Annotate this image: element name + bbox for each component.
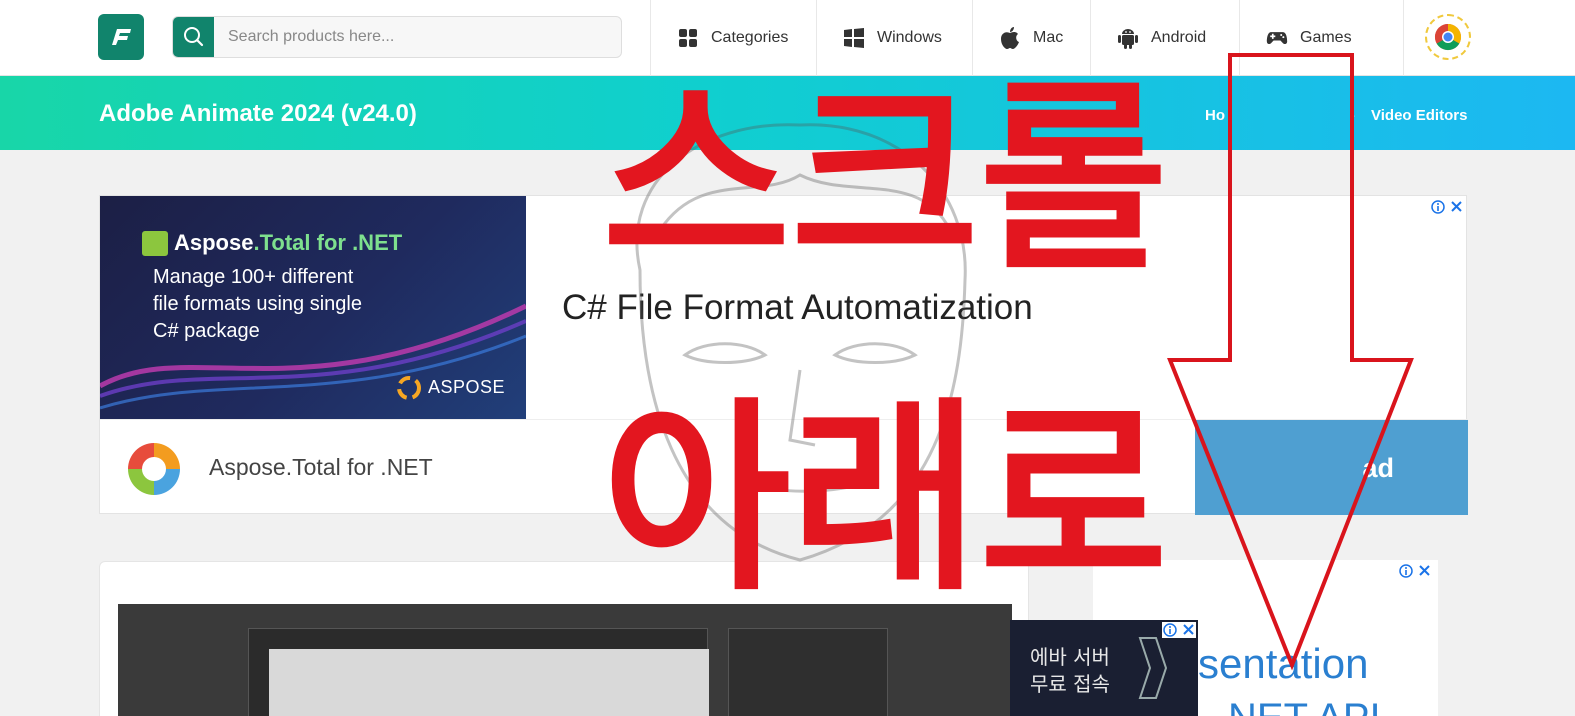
nav-games[interactable]: Games [1239, 0, 1404, 76]
ad-product-name: Aspose.Total for .NET [209, 454, 433, 480]
nav-android[interactable]: Android [1090, 0, 1239, 76]
breadcrumb-home[interactable]: Ho [1205, 107, 1225, 124]
breadcrumb-separator-icon: › [1350, 107, 1355, 124]
screenshot-properties-panel [728, 628, 888, 716]
top-navbar: Categories Windows Mac Android Games [0, 0, 1575, 76]
search-input[interactable] [228, 17, 608, 57]
page-title: Adobe Animate 2024 (v24.0) [99, 100, 417, 127]
nav-windows-label: Windows [877, 29, 942, 46]
popup-ad-text: 에바 서버 무료 접속 [1030, 645, 1110, 696]
nav-mac[interactable]: Mac [972, 0, 1090, 76]
grid-icon [677, 27, 699, 49]
nav-games-label: Games [1300, 29, 1352, 46]
popup-ad[interactable]: 에바 서버 무료 접속 [1010, 620, 1198, 716]
nav-categories[interactable]: Categories [650, 0, 816, 76]
ad-brand: ASPOSE [428, 377, 506, 397]
screenshot-stage [248, 628, 709, 716]
ad-image: Aspose.Total for .NET Manage 100+ differ… [100, 196, 526, 419]
nav-windows[interactable]: Windows [816, 0, 972, 76]
search-button[interactable] [173, 17, 214, 57]
chrome-icon [1434, 23, 1462, 51]
breadcrumb-video-editors[interactable]: Video Editors [1371, 107, 1467, 124]
ad-product-title: Aspose.Total for .NET [174, 230, 403, 255]
apple-icon [999, 27, 1021, 49]
product-screenshot[interactable] [118, 604, 1012, 716]
windows-icon [843, 27, 865, 49]
nav-android-label: Android [1151, 29, 1207, 46]
search-icon [184, 27, 204, 47]
aspose-swirl-logo-icon [128, 443, 180, 495]
ad-footer: Aspose.Total for .NET ad [100, 419, 1468, 515]
nav-mac-label: Mac [1033, 29, 1064, 46]
nav-divider [1403, 0, 1404, 76]
aspose-product-icon [142, 231, 168, 256]
ad-body: Manage 100+ different file formats using… [153, 266, 362, 342]
popup-chevron-icon [1138, 637, 1168, 699]
popup-ad-info-close-icon[interactable] [1162, 622, 1196, 638]
aspose-logo-icon [397, 376, 421, 400]
side-ad-text-2: NET API [1228, 696, 1381, 716]
android-icon [1117, 27, 1139, 49]
screenshot-canvas [269, 649, 709, 716]
ad-download-button[interactable]: ad [1195, 420, 1468, 515]
nav-categories-label: Categories [711, 29, 789, 46]
content-card [99, 561, 1029, 716]
search-box [172, 16, 622, 58]
ad-headline: C# File Format Automatization [562, 288, 1033, 327]
side-ad-text: sentation [1198, 640, 1369, 687]
site-logo[interactable] [98, 14, 144, 60]
gamepad-icon [1266, 27, 1288, 49]
ad-info-close-icon[interactable] [1430, 199, 1464, 215]
title-banner: Adobe Animate 2024 (v24.0) Ho › Video Ed… [0, 76, 1575, 150]
user-avatar[interactable] [1425, 14, 1471, 60]
side-ad-info-close-icon[interactable] [1398, 563, 1432, 579]
ad-banner[interactable]: Aspose.Total for .NET Manage 100+ differ… [99, 195, 1468, 515]
logo-f-icon [112, 29, 131, 45]
